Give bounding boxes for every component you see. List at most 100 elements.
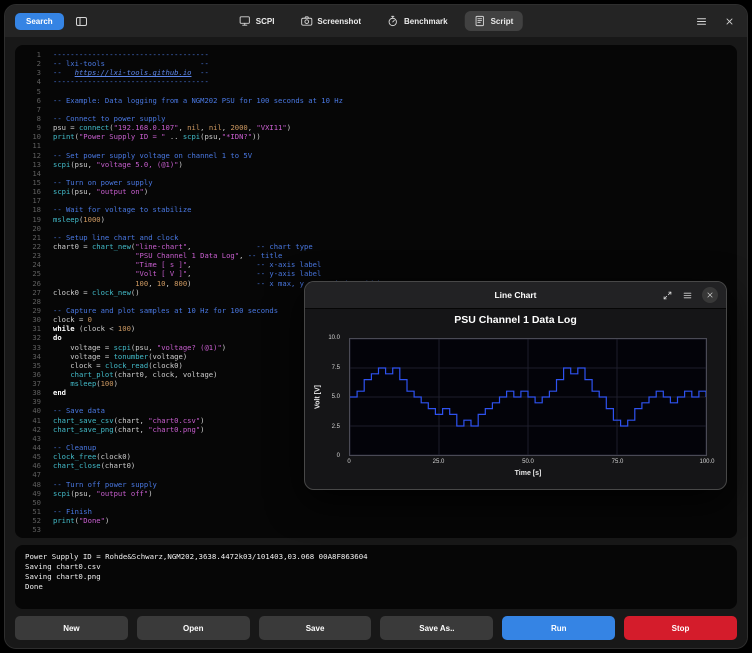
chart-window-title: Line Chart: [494, 290, 536, 300]
tab-label: Benchmark: [404, 17, 448, 26]
code-text: voltage = scpi(psu, "voltage? (@1)"): [53, 343, 226, 352]
code-line: 5: [15, 87, 737, 96]
close-icon: [706, 291, 714, 299]
code-text: msleep(100): [53, 379, 118, 388]
menu-button[interactable]: [693, 13, 710, 30]
line-number: 40: [15, 406, 53, 415]
code-line: 24 "Time [ s ]", -- x-axis label: [15, 260, 737, 269]
chart-x-axis-label: Time [s]: [515, 470, 542, 477]
tab-label: SCPI: [256, 17, 275, 26]
chart-window-controls: [662, 282, 718, 308]
code-line: 52print("Done"): [15, 516, 737, 525]
line-number: 41: [15, 416, 53, 425]
code-text: -- Finish: [53, 507, 92, 516]
code-text: scpi(psu, "output on"): [53, 187, 148, 196]
expand-icon: [662, 290, 673, 301]
tab-benchmark[interactable]: Benchmark: [378, 11, 457, 31]
x-tick-label: 0: [347, 459, 350, 465]
tab-bar: SCPI Screenshot Benchmark Script: [230, 11, 523, 31]
line-number: 26: [15, 279, 53, 288]
y-tick-label: 2.5: [332, 424, 340, 430]
line-chart-window: Line Chart PSU Channel 1 Data Log Volt […: [304, 281, 727, 490]
line-number: 14: [15, 169, 53, 178]
line-number: 36: [15, 370, 53, 379]
chart-menu-button[interactable]: [682, 290, 693, 301]
line-number: 22: [15, 242, 53, 251]
code-text: clock = 0: [53, 315, 92, 324]
code-text: chart_save_csv(chart, "chart0.csv"): [53, 416, 204, 425]
code-text: -- Save data: [53, 406, 105, 415]
chart-close-button[interactable]: [702, 287, 718, 303]
line-number: 49: [15, 489, 53, 498]
stop-button[interactable]: Stop: [624, 616, 737, 640]
line-number: 24: [15, 260, 53, 269]
code-text: print("Power Supply ID = " .. scpi(psu,"…: [53, 132, 261, 141]
line-number: 16: [15, 187, 53, 196]
line-number: 18: [15, 205, 53, 214]
code-line: 16scpi(psu, "output on"): [15, 187, 737, 196]
line-number: 11: [15, 141, 53, 150]
new-button[interactable]: New: [15, 616, 128, 640]
line-number: 30: [15, 315, 53, 324]
sidebar-toggle-icon: [75, 15, 88, 28]
code-line: 8-- Connect to power supply: [15, 114, 737, 123]
chart-window-titlebar[interactable]: Line Chart: [305, 282, 726, 309]
code-text: -- https://lxi-tools.github.io --: [53, 68, 209, 77]
tab-script[interactable]: Script: [465, 11, 523, 31]
code-text: while (clock < 100): [53, 324, 135, 333]
line-number: 53: [15, 525, 53, 534]
console-line: Done: [25, 582, 727, 592]
header-controls: [693, 13, 737, 30]
tab-scpi[interactable]: SCPI: [230, 11, 284, 31]
window-close-button[interactable]: [722, 14, 737, 29]
code-text: -- Cleanup: [53, 443, 96, 452]
code-text: clock0 = clock_new(): [53, 288, 140, 297]
line-number: 27: [15, 288, 53, 297]
code-text: print("Done"): [53, 516, 109, 525]
search-button[interactable]: Search: [15, 13, 64, 30]
line-number: 51: [15, 507, 53, 516]
line-number: 1: [15, 50, 53, 59]
code-text: chart_close(chart0): [53, 461, 135, 470]
save-button[interactable]: Save: [259, 616, 372, 640]
code-text: ------------------------------------: [53, 50, 209, 59]
code-text: scpi(psu, "voltage 5.0, (@1)"): [53, 160, 183, 169]
code-text: chart0 = chart_new("line-chart", -- char…: [53, 242, 313, 251]
line-number: 7: [15, 105, 53, 114]
line-number: 8: [15, 114, 53, 123]
line-number: 13: [15, 160, 53, 169]
line-number: 20: [15, 224, 53, 233]
line-number: 10: [15, 132, 53, 141]
run-button[interactable]: Run: [502, 616, 615, 640]
line-number: 25: [15, 269, 53, 278]
sidebar-toggle-button[interactable]: [73, 13, 90, 30]
action-button-bar: New Open Save Save As.. Run Stop: [15, 616, 737, 640]
code-line: 12-- Set power supply voltage on channel…: [15, 151, 737, 160]
code-text: -- Capture and plot samples at 10 Hz for…: [53, 306, 278, 315]
code-line: 1------------------------------------: [15, 50, 737, 59]
open-button[interactable]: Open: [137, 616, 250, 640]
script-icon: [474, 15, 486, 27]
output-console: Power Supply ID = Rohde&Schwarz,NGM202,3…: [15, 545, 737, 609]
x-tick-label: 100.0: [699, 459, 714, 465]
line-number: 35: [15, 361, 53, 370]
code-line: 7: [15, 105, 737, 114]
save-as-button[interactable]: Save As..: [380, 616, 493, 640]
tab-screenshot[interactable]: Screenshot: [291, 11, 370, 31]
code-text: -- Connect to power supply: [53, 114, 166, 123]
close-icon: [724, 16, 735, 27]
y-tick-label: 5.0: [332, 394, 340, 400]
chart-expand-button[interactable]: [662, 290, 673, 301]
line-number: 43: [15, 434, 53, 443]
code-line: 21-- Setup line chart and clock: [15, 233, 737, 242]
code-text: -- Turn on power supply: [53, 178, 153, 187]
line-number: 2: [15, 59, 53, 68]
code-line: 15-- Turn on power supply: [15, 178, 737, 187]
x-tick-label: 75.0: [612, 459, 624, 465]
line-number: 47: [15, 470, 53, 479]
line-number: 12: [15, 151, 53, 160]
code-line: 19msleep(1000): [15, 215, 737, 224]
line-number: 52: [15, 516, 53, 525]
code-line: 14: [15, 169, 737, 178]
line-number: 33: [15, 343, 53, 352]
